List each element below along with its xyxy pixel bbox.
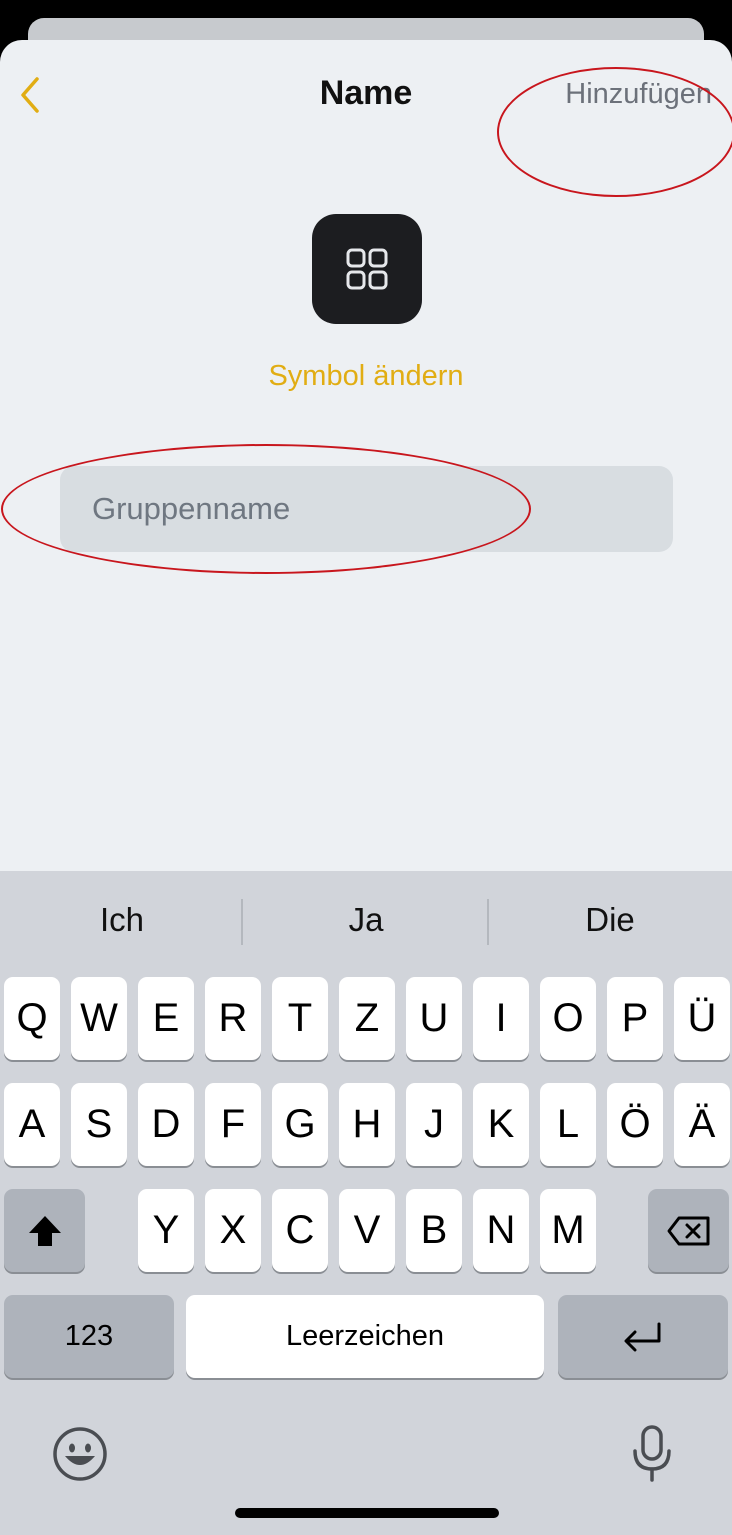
key-y[interactable]: Y bbox=[138, 1189, 194, 1272]
key-o[interactable]: O bbox=[540, 977, 596, 1060]
key-u[interactable]: U bbox=[406, 977, 462, 1060]
return-icon bbox=[624, 1322, 661, 1351]
key-d[interactable]: D bbox=[138, 1083, 194, 1166]
key-p[interactable]: P bbox=[607, 977, 663, 1060]
key-g[interactable]: G bbox=[272, 1083, 328, 1166]
key-m[interactable]: M bbox=[540, 1189, 596, 1272]
key-a[interactable]: A bbox=[4, 1083, 60, 1166]
grid-icon bbox=[346, 248, 388, 290]
key-f[interactable]: F bbox=[205, 1083, 261, 1166]
suggestion-divider bbox=[241, 899, 243, 945]
key-w[interactable]: W bbox=[71, 977, 127, 1060]
home-indicator bbox=[235, 1508, 499, 1518]
numbers-key[interactable]: 123 bbox=[4, 1295, 174, 1378]
shift-icon bbox=[28, 1215, 61, 1246]
key-s[interactable]: S bbox=[71, 1083, 127, 1166]
key-k[interactable]: K bbox=[473, 1083, 529, 1166]
navigation-bar: Name Hinzufügen bbox=[0, 40, 732, 150]
key-r[interactable]: R bbox=[205, 977, 261, 1060]
key-q[interactable]: Q bbox=[4, 977, 60, 1060]
change-symbol-button[interactable]: Symbol ändern bbox=[0, 360, 732, 393]
key-c[interactable]: C bbox=[272, 1189, 328, 1272]
add-button[interactable]: Hinzufügen bbox=[565, 78, 712, 111]
return-key[interactable] bbox=[558, 1295, 728, 1378]
emoji-icon bbox=[53, 1427, 107, 1481]
key-e[interactable]: E bbox=[138, 977, 194, 1060]
shift-key[interactable] bbox=[4, 1189, 85, 1272]
space-key[interactable]: Leerzeichen bbox=[186, 1295, 544, 1378]
key-i[interactable]: I bbox=[473, 977, 529, 1060]
emoji-button[interactable] bbox=[50, 1424, 110, 1484]
key-v[interactable]: V bbox=[339, 1189, 395, 1272]
suggestion-bar: Ich Ja Die bbox=[0, 871, 732, 971]
key-ö[interactable]: Ö bbox=[607, 1083, 663, 1166]
key-b[interactable]: B bbox=[406, 1189, 462, 1272]
key-t[interactable]: T bbox=[272, 977, 328, 1060]
dictation-button[interactable] bbox=[622, 1419, 682, 1489]
group-name-field[interactable]: Gruppenname bbox=[60, 466, 673, 552]
backspace-icon bbox=[667, 1216, 709, 1245]
suggestion-item[interactable]: Ich bbox=[0, 901, 244, 939]
suggestion-item[interactable]: Die bbox=[488, 901, 732, 939]
backspace-key[interactable] bbox=[648, 1189, 729, 1272]
suggestion-item[interactable]: Ja bbox=[244, 901, 488, 939]
microphone-icon bbox=[633, 1425, 671, 1482]
keyboard: Ich Ja Die QWERTZUIOPÜ ASDFGHJKLÖÄ YXCVB… bbox=[0, 871, 732, 1535]
key-ü[interactable]: Ü bbox=[674, 977, 730, 1060]
group-symbol-tile[interactable] bbox=[312, 214, 422, 324]
key-h[interactable]: H bbox=[339, 1083, 395, 1166]
key-x[interactable]: X bbox=[205, 1189, 261, 1272]
key-j[interactable]: J bbox=[406, 1083, 462, 1166]
key-ä[interactable]: Ä bbox=[674, 1083, 730, 1166]
key-n[interactable]: N bbox=[473, 1189, 529, 1272]
key-l[interactable]: L bbox=[540, 1083, 596, 1166]
key-z[interactable]: Z bbox=[339, 977, 395, 1060]
